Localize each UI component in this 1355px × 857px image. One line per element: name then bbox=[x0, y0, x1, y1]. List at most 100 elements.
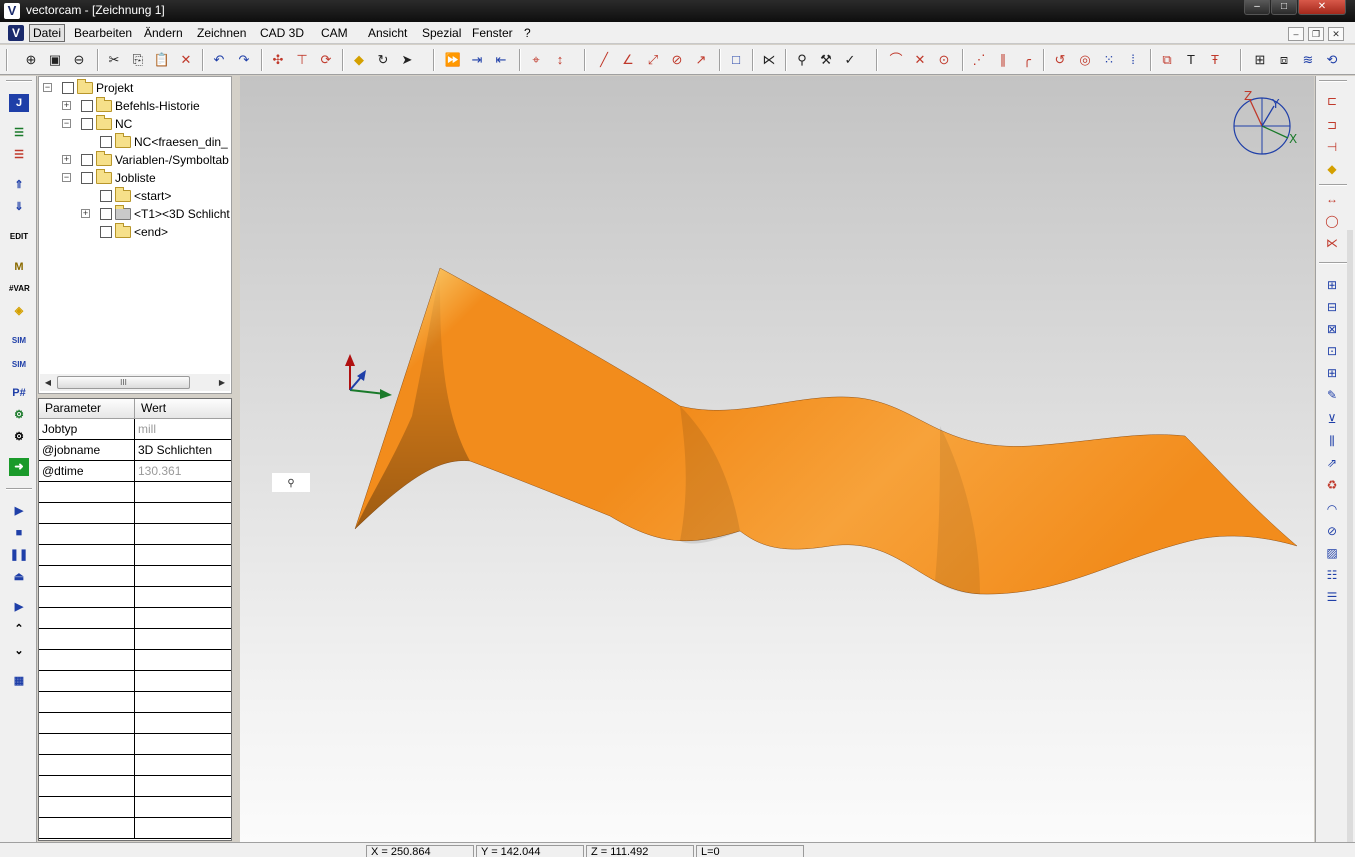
param-value[interactable] bbox=[135, 587, 231, 607]
table-row[interactable] bbox=[39, 818, 231, 839]
variable-icon[interactable]: #VAR bbox=[9, 280, 30, 298]
angle-line-icon[interactable]: ∠ bbox=[618, 50, 638, 70]
frame-icon[interactable]: ⊞ bbox=[1322, 276, 1342, 294]
stop-icon[interactable]: ■ bbox=[9, 524, 29, 542]
table-row[interactable] bbox=[39, 545, 231, 566]
collapse-icon[interactable]: − bbox=[43, 83, 52, 92]
recycle-icon[interactable]: ♻ bbox=[1322, 476, 1342, 494]
circle-tangent-icon[interactable]: ⊘ bbox=[667, 50, 687, 70]
undo-icon[interactable]: ↶ bbox=[209, 50, 229, 70]
param-value[interactable] bbox=[135, 692, 231, 712]
param-value[interactable] bbox=[135, 524, 231, 544]
cube-icon[interactable]: ◈ bbox=[9, 302, 29, 320]
layers-icon[interactable]: ≋ bbox=[1298, 50, 1318, 70]
param-value[interactable]: mill bbox=[135, 419, 231, 439]
mdi-minimize-button[interactable]: – bbox=[1288, 27, 1304, 41]
frame-3-icon[interactable]: ⊠ bbox=[1322, 320, 1342, 338]
xyz-offset-icon[interactable]: ⋰ bbox=[969, 50, 989, 70]
rectangle-icon[interactable]: □ bbox=[726, 50, 746, 70]
hatch-icon[interactable]: ▨ bbox=[1322, 544, 1342, 562]
tool-holder-icon[interactable]: ⚲ bbox=[792, 50, 812, 70]
play-forward-icon[interactable]: ⏩ bbox=[443, 50, 463, 70]
table-row[interactable] bbox=[39, 503, 231, 524]
xyz-point-icon[interactable]: ✣ bbox=[268, 50, 288, 70]
edit-icon[interactable]: EDIT bbox=[9, 228, 29, 246]
tree-checkbox[interactable] bbox=[100, 208, 112, 220]
tree-item-befehls-historie[interactable]: + Befehls-Historie bbox=[39, 97, 231, 115]
tangent-line-icon[interactable]: ⤢ bbox=[643, 50, 663, 70]
text-outline-icon[interactable]: Ŧ bbox=[1205, 50, 1225, 70]
rotate-icon[interactable]: ↺ bbox=[1050, 50, 1070, 70]
scroll-right-icon[interactable]: ▶ bbox=[216, 376, 228, 389]
table-row[interactable] bbox=[39, 650, 231, 671]
table-row[interactable]: Jobtyp mill bbox=[39, 419, 231, 440]
close-button[interactable]: ✕ bbox=[1298, 0, 1346, 15]
table-row[interactable] bbox=[39, 734, 231, 755]
intersect-icon[interactable]: ✕ bbox=[910, 50, 930, 70]
menu-spezial[interactable]: Spezial bbox=[422, 26, 461, 40]
mdi-close-button[interactable]: ✕ bbox=[1328, 27, 1344, 41]
param-value[interactable] bbox=[135, 503, 231, 523]
param-value[interactable] bbox=[135, 482, 231, 502]
menu-zeichnen[interactable]: Zeichnen bbox=[197, 26, 246, 40]
expand-icon[interactable]: + bbox=[81, 209, 90, 218]
list-green-icon[interactable]: ☰ bbox=[9, 124, 29, 142]
crossing-icon[interactable]: ⋉ bbox=[1322, 234, 1342, 252]
table-row[interactable] bbox=[39, 587, 231, 608]
text-icon[interactable]: T bbox=[1181, 50, 1201, 70]
mdi-restore-button[interactable]: ❐ bbox=[1308, 27, 1324, 41]
param-value[interactable] bbox=[135, 545, 231, 565]
delete-icon[interactable]: ✕ bbox=[176, 50, 196, 70]
paste-icon[interactable]: 📋 bbox=[152, 50, 172, 70]
pages-icon[interactable]: ⧈ bbox=[1274, 50, 1294, 70]
viewport-canvas[interactable]: ⚲ Z Y X bbox=[240, 76, 1314, 842]
table-row[interactable] bbox=[39, 482, 231, 503]
table-row[interactable] bbox=[39, 629, 231, 650]
menu-fenster[interactable]: Fenster bbox=[472, 26, 513, 40]
table-row[interactable]: @dtime 130.361 bbox=[39, 461, 231, 482]
step-in-icon[interactable]: ⇥ bbox=[467, 50, 487, 70]
maximize-button[interactable]: □ bbox=[1271, 0, 1297, 15]
menu-datei[interactable]: Datei bbox=[29, 24, 66, 42]
parallel-icon[interactable]: ∥ bbox=[993, 50, 1013, 70]
diamond-icon[interactable]: ◆ bbox=[349, 50, 369, 70]
toolbar-grip[interactable] bbox=[6, 49, 8, 71]
line-icon[interactable]: ╱ bbox=[594, 50, 614, 70]
sim-icon[interactable]: SIM bbox=[9, 332, 29, 350]
table-row[interactable] bbox=[39, 671, 231, 692]
machine-icon[interactable]: ⚙ bbox=[9, 406, 29, 424]
menu-help[interactable]: ? bbox=[524, 26, 531, 40]
tree-checkbox[interactable] bbox=[81, 172, 93, 184]
param-value[interactable] bbox=[135, 608, 231, 628]
job-icon[interactable]: J bbox=[9, 94, 29, 112]
copy-icon[interactable]: ⎘ bbox=[128, 50, 148, 70]
tree-checkbox[interactable] bbox=[100, 136, 112, 148]
cut-icon[interactable]: ✂ bbox=[104, 50, 124, 70]
center-icon[interactable]: ⌖ bbox=[526, 50, 546, 70]
param-value[interactable] bbox=[135, 818, 231, 838]
minimize-button[interactable]: – bbox=[1244, 0, 1270, 15]
diamond-icon[interactable]: ◆ bbox=[1322, 160, 1342, 178]
param-value[interactable]: 3D Schlichten bbox=[135, 440, 231, 460]
pen-icon[interactable]: ✎ bbox=[1322, 386, 1342, 404]
macro-icon[interactable]: M bbox=[9, 258, 29, 276]
zoom-in-icon[interactable]: ⊕ bbox=[21, 50, 41, 70]
tree-item-nc[interactable]: − NC bbox=[39, 115, 231, 133]
menu-ansicht[interactable]: Ansicht bbox=[368, 26, 407, 40]
export-shape-icon[interactable]: ⇗ bbox=[1322, 454, 1342, 472]
tree-checkbox[interactable] bbox=[100, 226, 112, 238]
sim-3d-icon[interactable]: SIM bbox=[9, 356, 29, 374]
column-header-wert[interactable]: Wert bbox=[135, 399, 231, 419]
circle-center-icon[interactable]: ⊙ bbox=[934, 50, 954, 70]
expand-icon[interactable]: + bbox=[62, 155, 71, 164]
param-value[interactable] bbox=[135, 671, 231, 691]
fillet-icon[interactable]: ╭ bbox=[1017, 50, 1037, 70]
param-value[interactable] bbox=[135, 650, 231, 670]
frame-5-icon[interactable]: ⊞ bbox=[1322, 364, 1342, 382]
table-row[interactable] bbox=[39, 755, 231, 776]
step-play-icon[interactable]: ▶ bbox=[9, 598, 29, 616]
param-value[interactable]: 130.361 bbox=[135, 461, 231, 481]
table-row[interactable] bbox=[39, 797, 231, 818]
tree-checkbox[interactable] bbox=[81, 100, 93, 112]
right-scrollbar[interactable] bbox=[1347, 230, 1353, 850]
